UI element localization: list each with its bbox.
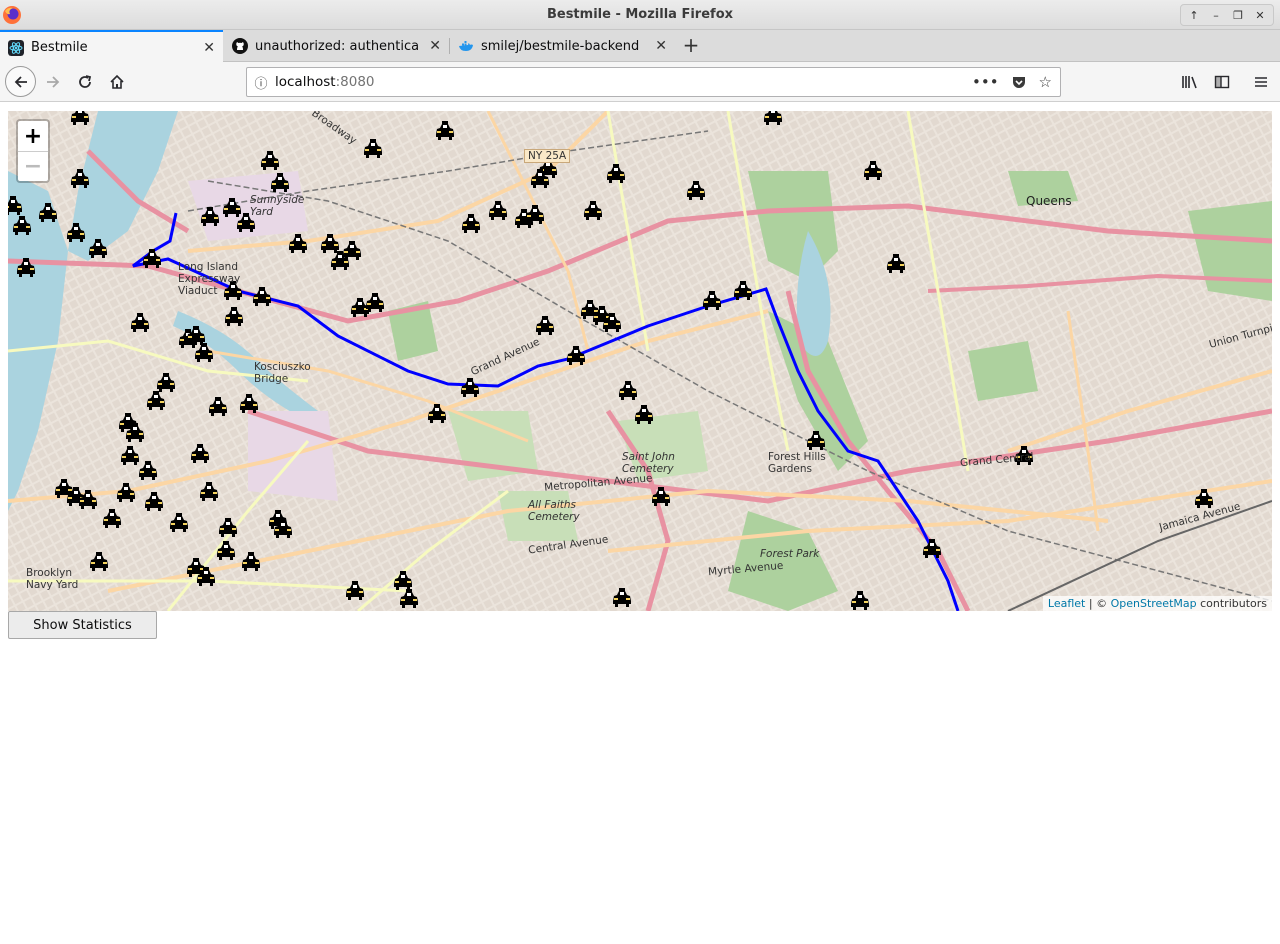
zoom-control: + − <box>16 119 50 183</box>
window-titlebar: Bestmile - Mozilla Firefox ↑ – ❐ ✕ <box>0 0 1280 30</box>
map-label-navy-yard: Brooklyn Navy Yard <box>26 567 79 591</box>
map-attribution: Leaflet | © OpenStreetMap contributors <box>1042 596 1272 611</box>
navigation-bar: ⓘ localhost :8080 ••• ☆ <box>0 62 1280 102</box>
tab-bestmile[interactable]: Bestmile ✕ <box>0 30 223 63</box>
minimize-icon[interactable]: – <box>1207 6 1225 24</box>
leaflet-link[interactable]: Leaflet <box>1048 597 1085 610</box>
site-info-icon[interactable]: ⓘ <box>247 73 275 92</box>
leaflet-map[interactable]: Queens Sunnyside Yard Long Island Expres… <box>8 111 1272 611</box>
tab-github[interactable]: unauthorized: authentica ✕ <box>224 30 449 62</box>
map-label-ny25a: NY 25A <box>524 149 571 163</box>
tab-docker[interactable]: smilej/bestmile-backend ✕ <box>450 30 675 62</box>
home-icon <box>110 74 124 89</box>
forward-button[interactable] <box>38 67 68 97</box>
maximize-icon[interactable]: ❐ <box>1229 6 1247 24</box>
map-label-queens: Queens <box>1026 194 1072 208</box>
sidebar-button[interactable] <box>1207 67 1237 97</box>
map-label-kosciuszko: Kosciuszko Bridge <box>254 361 311 385</box>
map-label-all-faiths: All Faiths Cemetery <box>528 499 580 523</box>
docker-icon <box>459 41 473 51</box>
window-up-icon[interactable]: ↑ <box>1185 6 1203 24</box>
map-label-sunnyside: Sunnyside Yard <box>250 194 305 218</box>
library-button[interactable] <box>1175 67 1205 97</box>
map-label-st-john: Saint John Cemetery <box>622 451 675 475</box>
close-tab-icon[interactable]: ✕ <box>655 38 667 54</box>
new-tab-button[interactable]: + <box>680 34 702 56</box>
show-statistics-button[interactable]: Show Statistics <box>8 611 157 639</box>
zoom-out-button[interactable]: − <box>18 151 48 181</box>
map-label-forest-hills: Forest Hills Gardens <box>768 451 826 475</box>
back-arrow-icon <box>14 75 27 88</box>
url-host: localhost <box>275 74 336 90</box>
bookmark-star-icon[interactable]: ☆ <box>1039 73 1052 91</box>
forward-arrow-icon <box>47 76 60 88</box>
close-tab-icon[interactable]: ✕ <box>429 38 441 54</box>
reload-button[interactable] <box>70 67 100 97</box>
menu-button[interactable] <box>1246 67 1276 97</box>
map-label-lie: Long Island Expressway Viaduct <box>178 261 241 297</box>
map-label-forest-park: Forest Park <box>760 548 820 560</box>
map-canvas <box>8 111 1272 611</box>
window-controls: ↑ – ❐ ✕ <box>1180 4 1274 26</box>
close-tab-icon[interactable]: ✕ <box>203 40 215 56</box>
hamburger-menu-icon <box>1255 77 1267 87</box>
zoom-in-button[interactable]: + <box>18 121 48 151</box>
tab-bar: Bestmile ✕ unauthorized: authentica ✕ sm… <box>0 30 1280 63</box>
github-icon <box>232 38 248 54</box>
close-window-icon[interactable]: ✕ <box>1251 6 1269 24</box>
attribution-separator: | © <box>1085 597 1111 610</box>
tab-label: Bestmile <box>31 40 88 55</box>
attribution-suffix: contributors <box>1196 597 1267 610</box>
url-port: :8080 <box>335 74 375 90</box>
reload-icon <box>79 75 92 88</box>
page-actions-icon[interactable]: ••• <box>972 73 999 91</box>
library-icon <box>1182 76 1197 89</box>
window-title: Bestmile - Mozilla Firefox <box>546 7 734 22</box>
tab-label: unauthorized: authentica <box>255 38 420 54</box>
osm-link[interactable]: OpenStreetMap <box>1111 597 1197 610</box>
back-button[interactable] <box>5 66 36 97</box>
home-button[interactable] <box>102 67 132 97</box>
pocket-icon[interactable] <box>1011 74 1027 90</box>
sidebar-icon <box>1214 75 1230 89</box>
react-icon <box>8 39 24 56</box>
tab-label: smilej/bestmile-backend <box>481 38 640 54</box>
url-bar[interactable]: ⓘ localhost :8080 ••• ☆ <box>246 67 1061 97</box>
